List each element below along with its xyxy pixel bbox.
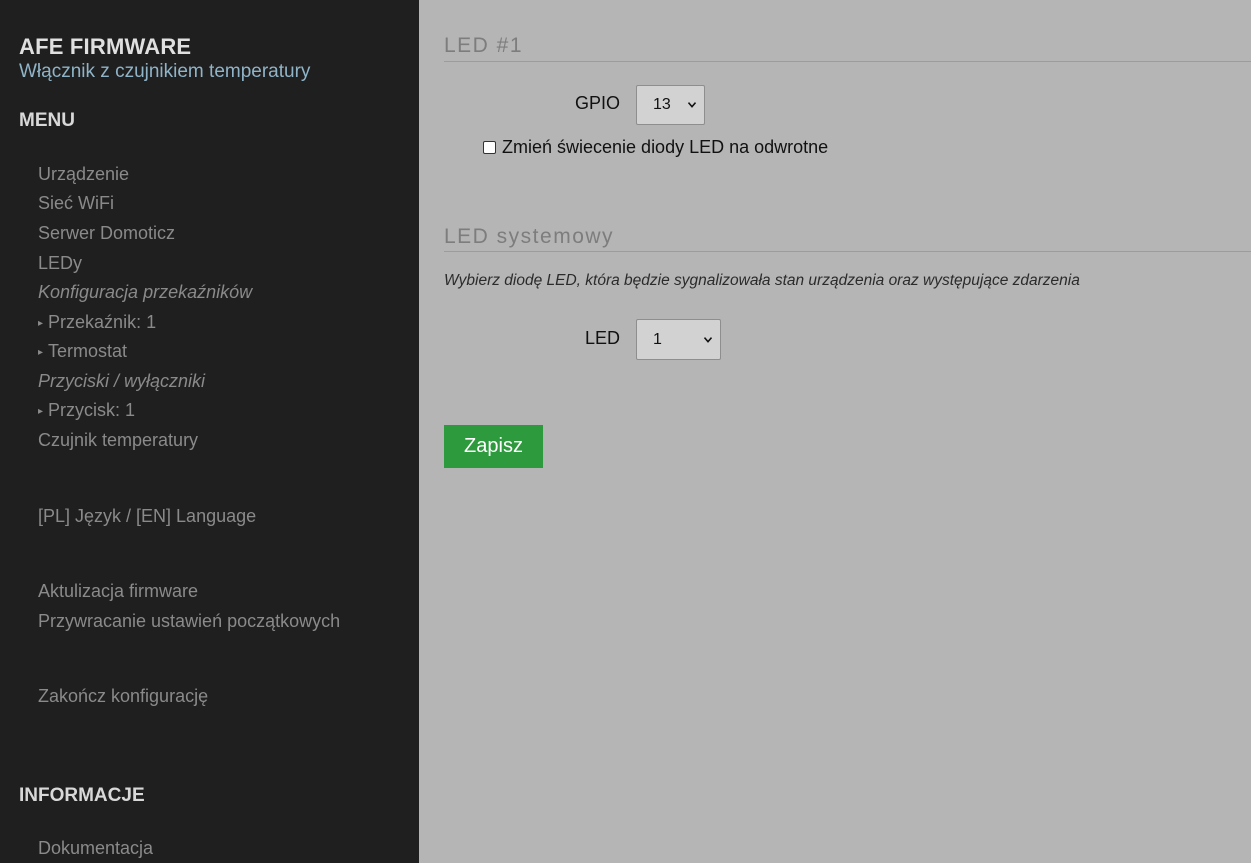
nav-item-documentation[interactable]: Dokumentacja bbox=[38, 838, 153, 859]
led1-divider bbox=[444, 61, 1251, 62]
sidebar: AFE FIRMWARE Włącznik z czujnikiem tempe… bbox=[0, 0, 419, 863]
nav-item-firmware-update[interactable]: Aktulizacja firmware bbox=[38, 581, 198, 602]
gpio-select[interactable]: 13 bbox=[636, 85, 705, 125]
system-led-select[interactable]: 1 bbox=[636, 319, 721, 360]
triangle-right-icon: ▸ bbox=[38, 406, 44, 417]
chevron-down-icon bbox=[688, 102, 696, 108]
gpio-label: GPIO bbox=[574, 93, 620, 113]
triangle-right-icon: ▸ bbox=[38, 347, 44, 358]
invert-led-label[interactable]: Zmień świecenie diody LED na odwrotne bbox=[502, 137, 828, 158]
nav-item-language[interactable]: [PL] Język / [EN] Language bbox=[38, 506, 256, 527]
triangle-right-icon: ▸ bbox=[38, 318, 44, 329]
nav-item-wifi[interactable]: Sieć WiFi bbox=[38, 193, 114, 214]
brand-title: AFE FIRMWARE bbox=[19, 34, 192, 59]
nav-group-relays: Konfiguracja przekaźników bbox=[38, 282, 253, 302]
led1-legend: LED #1 bbox=[444, 34, 524, 57]
invert-led-checkbox[interactable] bbox=[483, 141, 496, 154]
main-content: LED #1 GPIO 13 Zmień świecenie diody LED… bbox=[419, 0, 1251, 863]
nav-item-leds[interactable]: LEDy bbox=[38, 253, 82, 274]
led-label: LED bbox=[584, 328, 620, 348]
system-led-divider bbox=[444, 251, 1251, 252]
nav-item-relay-1[interactable]: ▸ Przekaźnik: 1 bbox=[38, 312, 156, 333]
info-heading: INFORMACJE bbox=[19, 785, 145, 806]
device-subtitle: Włącznik z czujnikiem temperatury bbox=[19, 61, 311, 82]
nav-item-device[interactable]: Urządzenie bbox=[38, 164, 129, 185]
nav-item-domoticz[interactable]: Serwer Domoticz bbox=[38, 223, 175, 244]
nav-item-button-1[interactable]: ▸ Przycisk: 1 bbox=[38, 400, 135, 421]
system-led-legend: LED systemowy bbox=[444, 225, 615, 248]
save-button[interactable]: Zapisz bbox=[444, 425, 543, 468]
chevron-down-icon bbox=[704, 336, 712, 343]
nav-group-buttons: Przyciski / wyłączniki bbox=[38, 371, 206, 391]
nav-item-finish-configuration[interactable]: Zakończ konfigurację bbox=[38, 686, 208, 707]
nav-item-temperature-sensor[interactable]: Czujnik temperatury bbox=[38, 430, 198, 451]
menu-heading: MENU bbox=[19, 110, 75, 131]
nav-item-factory-reset[interactable]: Przywracanie ustawień początkowych bbox=[38, 611, 340, 632]
nav-item-thermostat[interactable]: ▸ Termostat bbox=[38, 341, 127, 362]
system-led-hint: Wybierz diodę LED, która będzie sygnaliz… bbox=[444, 272, 1080, 289]
